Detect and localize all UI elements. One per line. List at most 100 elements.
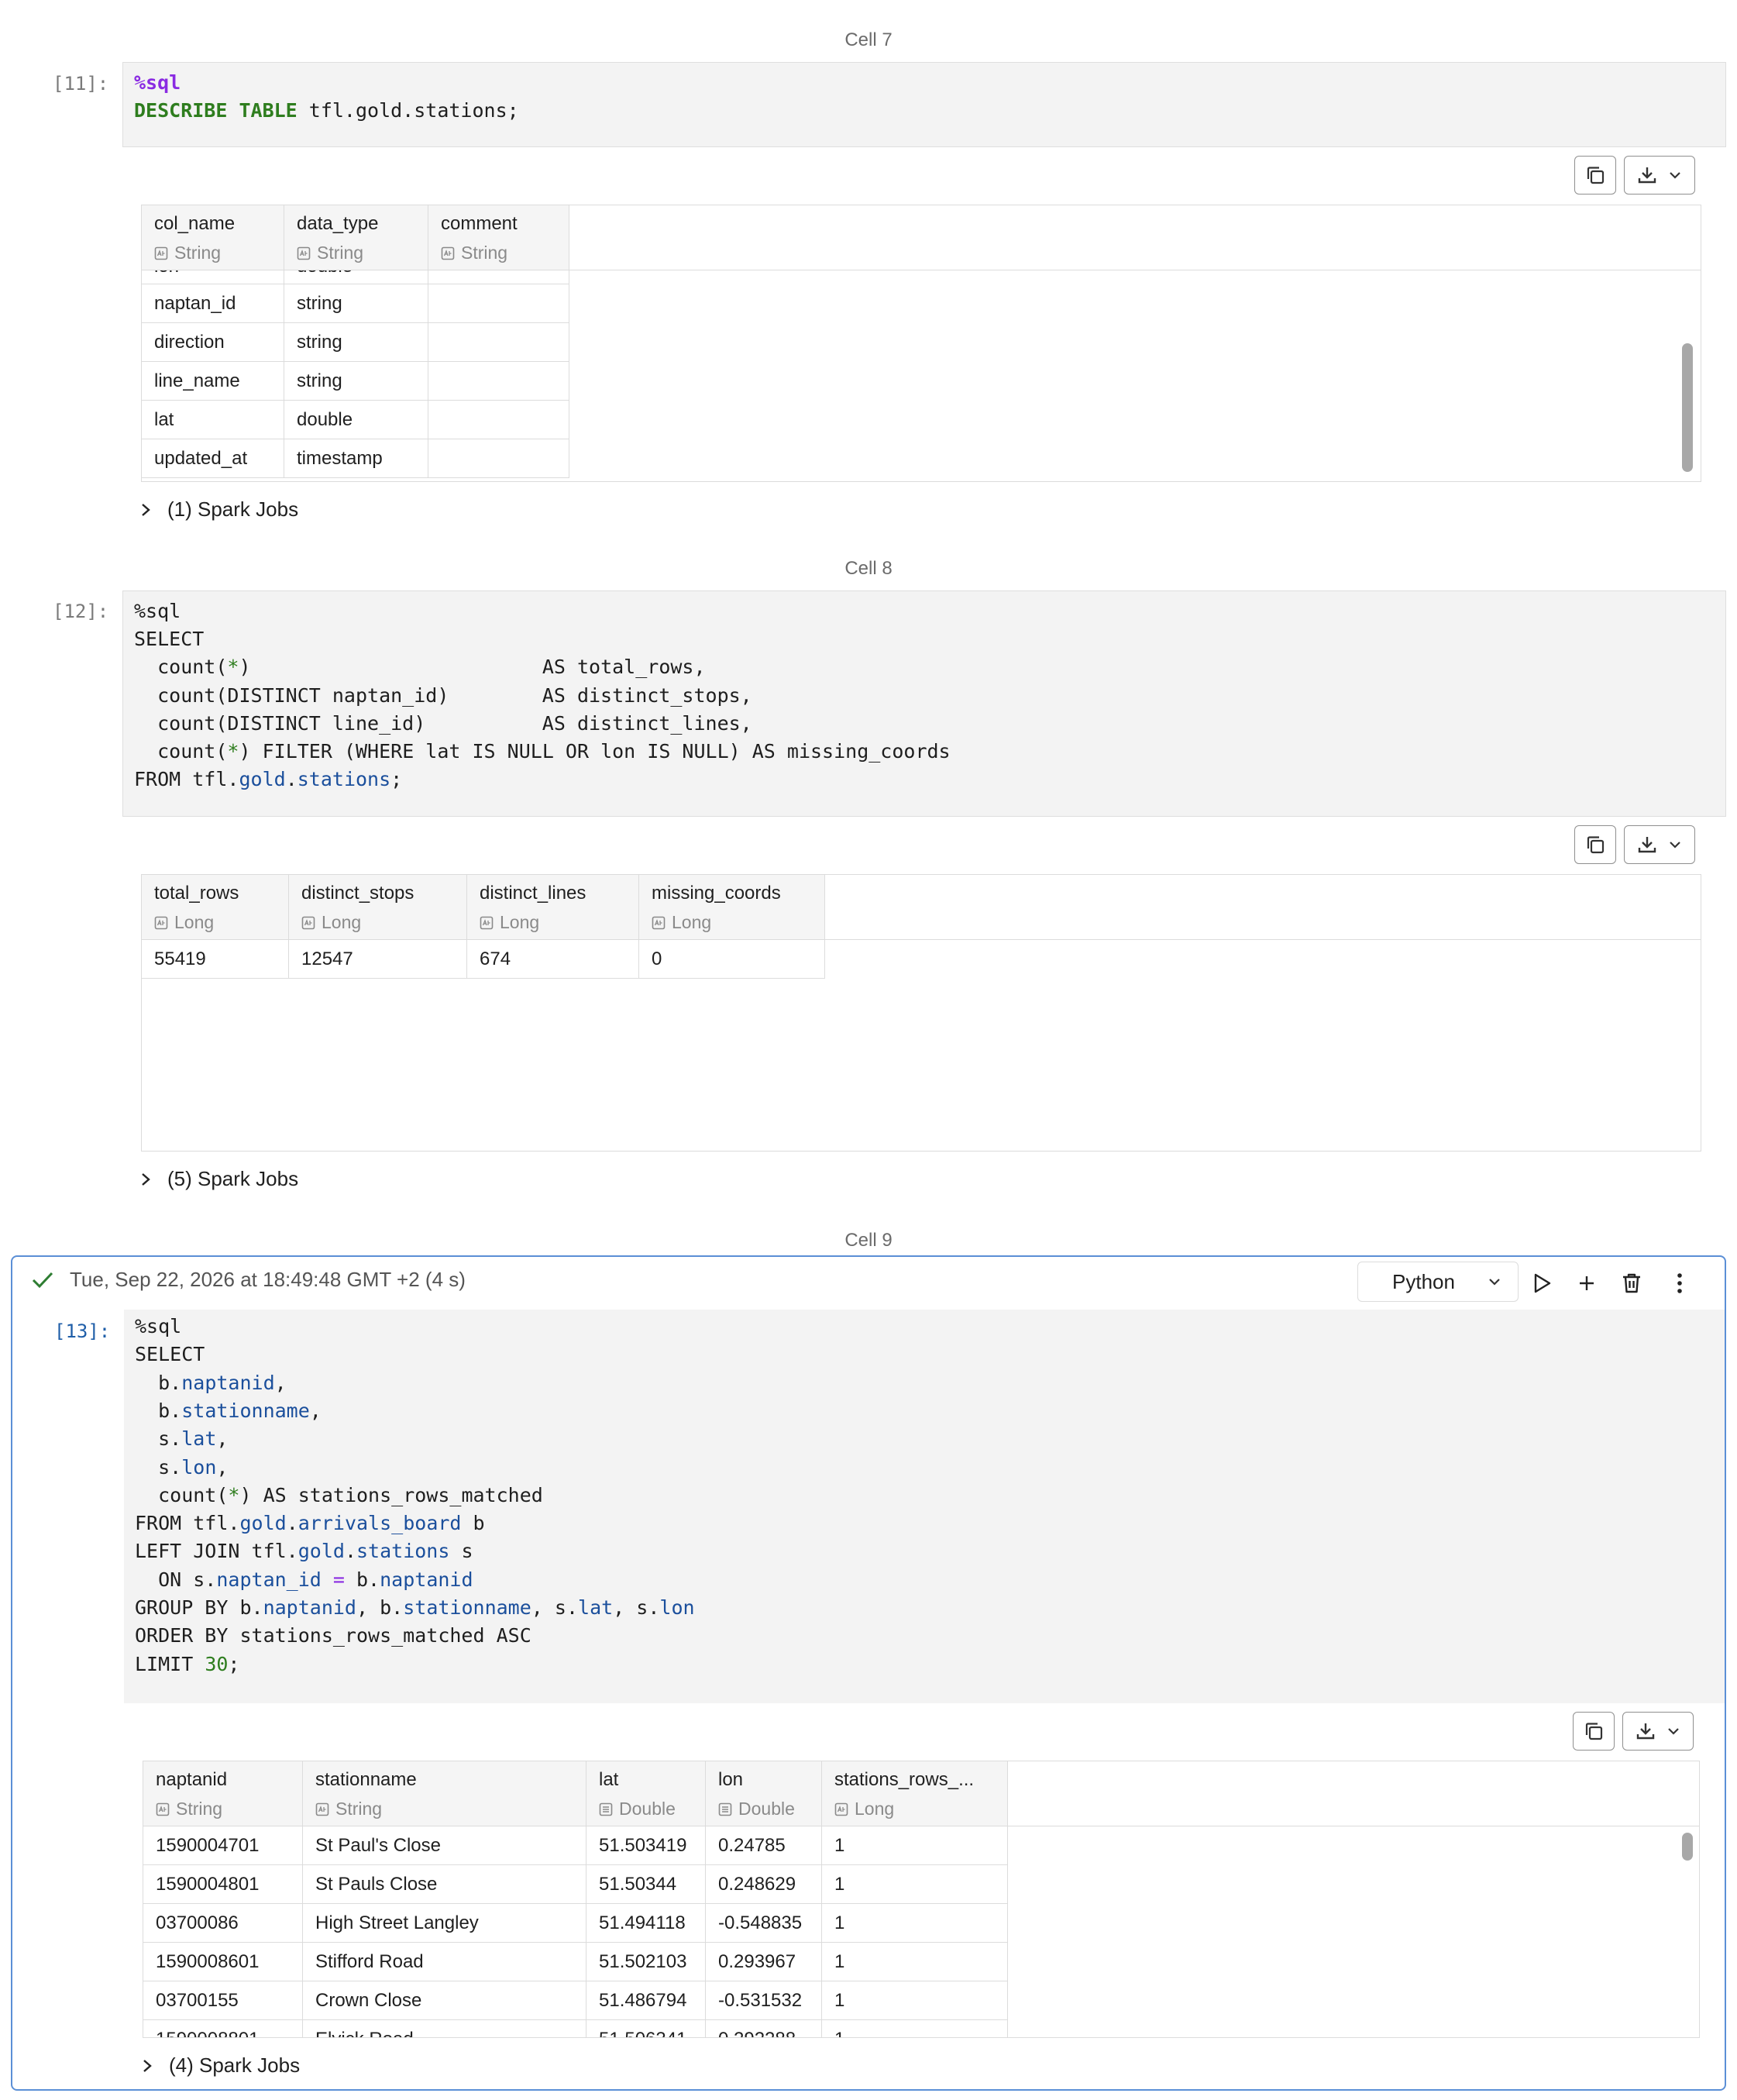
chevron-right-icon xyxy=(143,2059,152,2072)
table-cell[interactable]: double xyxy=(284,401,428,439)
table-cell[interactable]: 51.50344 xyxy=(586,1865,706,1904)
table-cell[interactable]: 51.494118 xyxy=(586,1904,706,1943)
table-cell[interactable]: 0.293967 xyxy=(706,1943,822,1981)
table-cell[interactable]: string xyxy=(284,323,428,362)
table-cell[interactable]: direction xyxy=(142,323,284,362)
column-header[interactable]: naptanid String xyxy=(143,1761,303,1826)
spark-jobs-toggle[interactable]: (1) Spark Jobs xyxy=(139,497,298,522)
spark-jobs-toggle[interactable]: (4) Spark Jobs xyxy=(141,2054,300,2078)
table-cell[interactable]: 03700086 xyxy=(143,1904,303,1943)
cell-label: Cell 8 xyxy=(844,558,893,579)
table-cell[interactable] xyxy=(428,323,569,362)
table-cell[interactable]: line_name xyxy=(142,362,284,401)
table-cell[interactable]: 1 xyxy=(822,1904,1008,1943)
table-cell[interactable]: 51.503419 xyxy=(586,1826,706,1865)
table-cell[interactable]: 0.248629 xyxy=(706,1865,822,1904)
table-cell[interactable]: updated_at xyxy=(142,439,284,478)
column-header[interactable]: lat Double xyxy=(586,1761,706,1826)
table-cell[interactable]: 03700155 xyxy=(143,1981,303,2020)
table-cell[interactable]: 1590004801 xyxy=(143,1865,303,1904)
copy-button[interactable] xyxy=(1574,156,1616,195)
result-table[interactable]: 0 674 12547 55419 total_rows Long distinct_sto… xyxy=(141,874,1701,1152)
table-cell[interactable]: 1 xyxy=(822,1943,1008,1981)
cell-menu-button[interactable] xyxy=(1664,1268,1695,1299)
column-header[interactable]: distinct_stops Long xyxy=(289,875,467,940)
result-table[interactable]: 10.29228851.506341Elvick Road15900088011… xyxy=(143,1761,1700,2038)
type-icon xyxy=(301,916,315,929)
column-header[interactable]: total_rows Long xyxy=(142,875,289,940)
column-header[interactable]: stations_rows_... Long xyxy=(822,1761,1008,1826)
column-name: distinct_stops xyxy=(301,883,414,904)
table-cell[interactable]: 1 xyxy=(822,1981,1008,2020)
column-type: Double xyxy=(599,1799,676,1819)
column-type-label: Long xyxy=(672,912,712,932)
header-filler xyxy=(825,875,1701,940)
download-button[interactable] xyxy=(1622,1712,1694,1751)
table-cell[interactable] xyxy=(428,439,569,478)
column-type: Long xyxy=(834,1799,894,1819)
download-button[interactable] xyxy=(1624,825,1695,864)
table-cell[interactable]: 51.502103 xyxy=(586,1943,706,1981)
scrollbar-thumb[interactable] xyxy=(1682,343,1693,472)
table-cell[interactable]: 674 xyxy=(467,940,639,979)
run-cell-button[interactable] xyxy=(1526,1268,1557,1299)
copy-button[interactable] xyxy=(1574,825,1616,864)
table-cell[interactable]: 51.486794 xyxy=(586,1981,706,2020)
copy-button[interactable] xyxy=(1573,1712,1615,1751)
table-cell[interactable]: Crown Close xyxy=(303,1981,586,2020)
table-cell[interactable]: Elvick Road xyxy=(303,2020,586,2037)
code-editor[interactable]: %sql SELECT count(*) AS total_rows, count… xyxy=(122,590,1726,817)
result-table[interactable]: timestamp updated_at double lat string line_n… xyxy=(141,205,1701,482)
column-header[interactable]: col_name String xyxy=(142,205,284,270)
table-cell[interactable]: 1590004701 xyxy=(143,1826,303,1865)
table-cell[interactable]: string xyxy=(284,284,428,323)
table-cell[interactable]: High Street Langley xyxy=(303,1904,586,1943)
table-cell[interactable] xyxy=(428,284,569,323)
code-line: %sql xyxy=(134,71,181,94)
column-header[interactable]: distinct_lines Long xyxy=(467,875,639,940)
table-cell[interactable]: 55419 xyxy=(142,940,289,979)
download-button[interactable] xyxy=(1624,156,1695,195)
header-filler xyxy=(569,205,1701,270)
cell-prompt: [13]: xyxy=(54,1320,111,1342)
spark-jobs-label: (5) Spark Jobs xyxy=(167,1167,299,1190)
table-cell[interactable]: 0.24785 xyxy=(706,1826,822,1865)
column-type: String xyxy=(315,1799,382,1819)
table-cell[interactable]: St Paul's Close xyxy=(303,1826,586,1865)
column-type: Long xyxy=(154,912,214,933)
delete-cell-button[interactable] xyxy=(1616,1268,1647,1299)
table-cell[interactable]: 12547 xyxy=(289,940,467,979)
table-cell[interactable]: -0.531532 xyxy=(706,1981,822,2020)
table-cell[interactable]: 0.292288 xyxy=(706,2020,822,2037)
table-cell[interactable]: -0.548835 xyxy=(706,1904,822,1943)
column-header[interactable]: stationname String xyxy=(303,1761,586,1826)
language-select[interactable]: Python xyxy=(1357,1262,1519,1302)
copy-icon xyxy=(1585,1723,1603,1740)
table-cell[interactable]: 0 xyxy=(639,940,825,979)
column-header[interactable]: data_type String xyxy=(284,205,428,270)
column-header[interactable]: missing_coords Long xyxy=(639,875,825,940)
table-cell[interactable]: 1 xyxy=(822,2020,1008,2037)
table-cell[interactable]: lat xyxy=(142,401,284,439)
add-cell-button[interactable] xyxy=(1571,1268,1602,1299)
table-cell[interactable]: 1 xyxy=(822,1826,1008,1865)
table-cell[interactable]: 1590008601 xyxy=(143,1943,303,1981)
table-cell[interactable]: 51.506341 xyxy=(586,2020,706,2037)
scrollbar-thumb[interactable] xyxy=(1682,1833,1693,1861)
column-type-label: String xyxy=(176,1799,223,1819)
table-cell[interactable]: St Pauls Close xyxy=(303,1865,586,1904)
table-cell[interactable]: 1590008801 xyxy=(143,2020,303,2037)
table-cell[interactable] xyxy=(428,401,569,439)
code-editor[interactable]: %sql DESCRIBE TABLE tfl.gold.stations; xyxy=(122,62,1726,147)
column-name: stationname xyxy=(315,1769,417,1790)
column-header[interactable]: comment String xyxy=(428,205,569,270)
table-cell[interactable] xyxy=(428,362,569,401)
spark-jobs-toggle[interactable]: (5) Spark Jobs xyxy=(139,1167,298,1191)
code-editor[interactable]: %sql SELECT b.naptanid, b.stationname, s.… xyxy=(124,1310,1725,1703)
table-cell[interactable]: string xyxy=(284,362,428,401)
table-cell[interactable]: timestamp xyxy=(284,439,428,478)
table-cell[interactable]: Stifford Road xyxy=(303,1943,586,1981)
column-header[interactable]: lon Double xyxy=(706,1761,822,1826)
table-cell[interactable]: 1 xyxy=(822,1865,1008,1904)
table-cell[interactable]: naptan_id xyxy=(142,284,284,323)
